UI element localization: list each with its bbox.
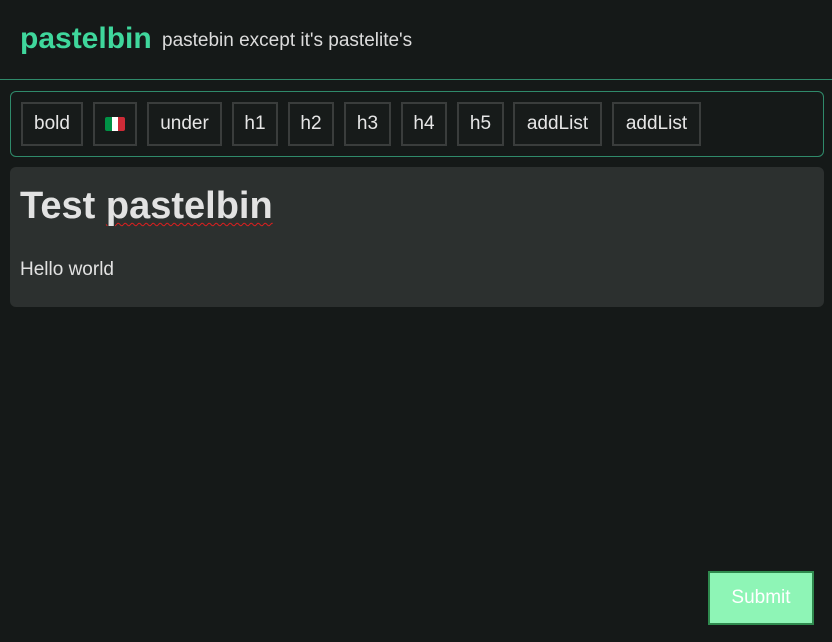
tagline: pastebin except it's pastelite's bbox=[162, 30, 413, 51]
italy-flag-icon bbox=[105, 117, 125, 131]
editor-body-text: Hello world bbox=[20, 259, 114, 280]
h4-button[interactable]: h4 bbox=[401, 102, 447, 146]
formatting-toolbar: bold under h1 h2 h3 h4 h5 addList addLis… bbox=[10, 91, 824, 157]
italic-button[interactable] bbox=[93, 102, 137, 146]
h3-button[interactable]: h3 bbox=[344, 102, 391, 146]
heading-word-test: Test bbox=[20, 185, 96, 227]
editor-heading: Test pastelbin bbox=[20, 185, 273, 228]
add-list-button-2[interactable]: addList bbox=[612, 102, 701, 146]
heading-word-pastelbin: pastelbin bbox=[105, 185, 273, 227]
add-list-button[interactable]: addList bbox=[513, 102, 602, 146]
brand-logo-text[interactable]: pastelbin bbox=[20, 22, 152, 56]
h5-button[interactable]: h5 bbox=[457, 102, 504, 146]
paste-editor[interactable]: Test pastelbin Hello world bbox=[10, 167, 824, 307]
h2-button[interactable]: h2 bbox=[288, 102, 334, 146]
h1-button[interactable]: h1 bbox=[232, 102, 278, 146]
submit-button[interactable]: Submit bbox=[708, 571, 814, 625]
header: pastelbin pastebin except it's pastelite… bbox=[0, 0, 832, 80]
underline-button[interactable]: under bbox=[147, 102, 222, 146]
bold-button[interactable]: bold bbox=[21, 102, 83, 146]
